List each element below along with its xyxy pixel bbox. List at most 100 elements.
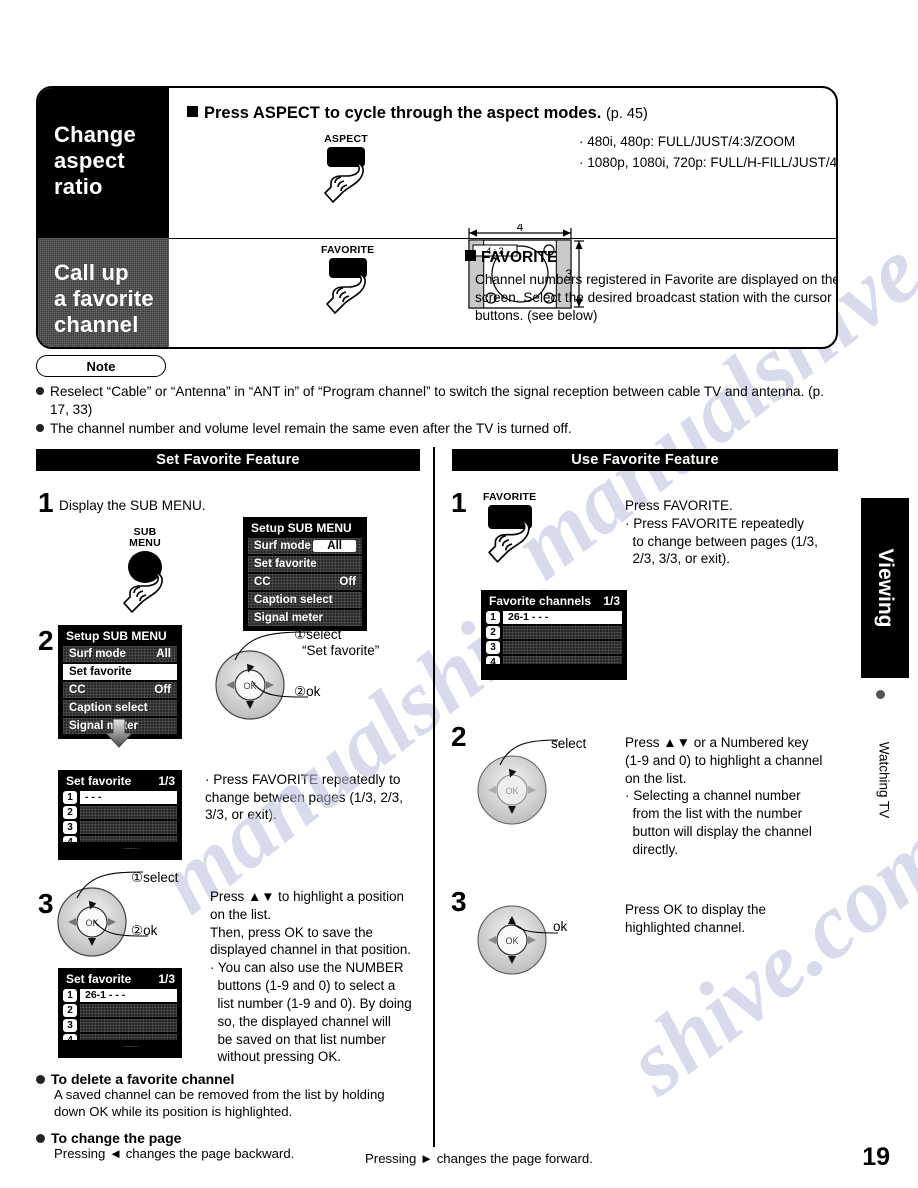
callout-label: select — [143, 870, 179, 885]
osd-row-surf-mode[interactable]: Surf mode All — [248, 538, 362, 554]
callout-label: ok — [143, 923, 158, 938]
list-item-value: 26-1 - - - — [503, 611, 622, 624]
step3-line: Press ▲▼ to highlight a position — [210, 889, 404, 904]
step3-line: buttons (1-9 and 0) to select a — [210, 978, 396, 994]
call-fav-title-l1: Call up — [54, 260, 129, 285]
aspect-section: Change aspect ratio Press ASPECT to cycl… — [38, 88, 836, 309]
delete-note-line: down OK while its position is highlighte… — [54, 1103, 293, 1119]
use-step3-callout-ok: ok — [553, 919, 568, 934]
osd-row-caption-select[interactable]: Caption select — [63, 700, 177, 716]
note-item: The channel number and volume level rema… — [36, 420, 836, 438]
osd-row-surf-mode[interactable]: Surf mode All — [63, 646, 177, 662]
list-item[interactable]: 3 — [486, 641, 622, 654]
favorite-button-illustration: FAVORITE — [321, 244, 374, 314]
list-item-value: 26-1 - - - — [80, 989, 177, 1002]
side-tab-viewing[interactable]: Viewing — [861, 498, 909, 678]
osd-row-label: Surf mode — [69, 648, 126, 660]
step3-line: be saved on that list number — [210, 1031, 386, 1047]
delete-note-body: A saved channel can be removed from the … — [36, 1087, 456, 1121]
list-item-number: 3 — [63, 1019, 77, 1032]
delete-favorite-note: To delete a favorite channel A saved cha… — [36, 1071, 456, 1121]
aspect-mode-list: · 480i, 480p: FULL/JUST/4:3/ZOOM · 1080p… — [579, 132, 836, 174]
osd-row-cc[interactable]: CC Off — [248, 574, 362, 590]
osd-title: Setup SUB MENU — [59, 626, 181, 646]
bullet-dot-icon — [36, 387, 44, 395]
pointing-hand-icon — [120, 571, 170, 613]
ustep3-line: highlighted channel. — [625, 919, 746, 935]
list-item[interactable]: 1 - - - — [63, 791, 177, 804]
call-fav-title-l2: a favorite — [54, 285, 154, 311]
sub-menu-button-label-l2: MENU — [129, 537, 161, 550]
use-fav-step2-text: Press ▲▼ or a Numbered key (1-9 and 0) t… — [625, 734, 840, 859]
note-item-text: Reselect “Cable” or “Antenna” in “ANT in… — [50, 384, 824, 417]
bullet-dot-icon — [36, 1075, 45, 1084]
osd-title-text: Favorite channels — [489, 594, 592, 608]
osd-row-label: Surf mode — [254, 540, 311, 552]
use-favorite-section-bar: Use Favorite Feature — [452, 449, 838, 471]
aspect-heading-text: Press ASPECT to cycle through the aspect… — [204, 104, 602, 122]
svg-text:OK: OK — [505, 786, 518, 796]
osd-row-signal-meter[interactable]: Signal meter — [248, 610, 362, 626]
square-bullet-icon — [187, 106, 198, 117]
note-item-text: The channel number and volume level rema… — [50, 421, 572, 437]
sub-menu-button-illustration: SUB MENU — [120, 526, 170, 613]
osd-row-label: Set favorite — [254, 558, 317, 570]
list-item-number: 1 — [486, 611, 500, 624]
callout-label: select — [306, 627, 342, 642]
note-item: Reselect “Cable” or “Antenna” in “ANT in… — [36, 383, 836, 418]
list-item[interactable]: 2 — [63, 1004, 177, 1017]
setup-sub-menu-osd-step1: Setup SUB MENU Surf mode All Set favorit… — [243, 517, 367, 631]
set-favorite-section-bar: Set Favorite Feature — [36, 449, 420, 471]
list-item-value — [80, 806, 177, 819]
use-fav-step3-number: 3 — [451, 886, 467, 917]
ustep1-line: Press FAVORITE. — [625, 498, 733, 513]
osd-page-indicator: 1/3 — [158, 774, 175, 788]
call-favorite-section-body: FAVORITE FAVORITE Channel numbers regist… — [169, 238, 836, 347]
osd-row-value: All — [313, 540, 356, 552]
osd-row-label: CC — [69, 684, 86, 696]
aspect-title-l1: Change — [54, 122, 136, 147]
osd-row-cc[interactable]: CC Off — [63, 682, 177, 698]
cursor-pad-use-step3: OK — [472, 900, 552, 985]
osd-title-text: Setup SUB MENU — [66, 629, 167, 643]
osd-row-set-favorite[interactable]: Set favorite — [248, 556, 362, 572]
osd-row-set-favorite[interactable]: Set favorite — [63, 664, 177, 680]
callout-number: ② — [131, 923, 144, 938]
column-divider — [433, 447, 435, 1147]
torn-edge-icon — [481, 664, 627, 674]
list-item[interactable]: 2 — [63, 806, 177, 819]
change-page-heading-text: To change the page — [51, 1130, 182, 1146]
osd-page-indicator: 1/3 — [158, 972, 175, 986]
list-item[interactable]: 3 — [63, 1019, 177, 1032]
list-item[interactable]: 2 — [486, 626, 622, 639]
favorite-heading-text: FAVORITE — [481, 249, 558, 266]
osd-row-caption-select[interactable]: Caption select — [248, 592, 362, 608]
step3-line: on the list. — [210, 906, 272, 922]
osd-row-value: All — [156, 648, 171, 660]
list-item-value — [503, 641, 622, 654]
use-favorite-bar-label: Use Favorite Feature — [571, 452, 719, 468]
callout-label: ok — [306, 684, 321, 699]
list-item[interactable]: 1 26-1 - - - — [486, 611, 622, 624]
osd-title: Setup SUB MENU — [244, 518, 366, 538]
set-fav-step3-text: Press ▲▼ to highlight a position on the … — [210, 888, 430, 1066]
callout-number: ② — [294, 684, 307, 699]
use-fav-step3-text: Press OK to display the highlighted chan… — [625, 901, 840, 937]
step3-callout-select: ①select — [131, 870, 178, 886]
list-item[interactable]: 3 — [63, 821, 177, 834]
favorite-button-label: FAVORITE — [483, 491, 537, 503]
osd-title: Set favorite 1/3 — [59, 969, 181, 989]
list-item-value — [80, 821, 177, 834]
ustep2-line: on the list. — [625, 770, 687, 786]
favorite-description: Channel numbers registered in Favorite a… — [475, 272, 836, 323]
osd-row-value: Off — [154, 684, 171, 696]
bullet-dot-icon — [36, 424, 44, 433]
set-favorite-bar-label: Set Favorite Feature — [156, 452, 300, 468]
delete-note-heading-text: To delete a favorite channel — [51, 1071, 235, 1087]
list-item[interactable]: 1 26-1 - - - — [63, 989, 177, 1002]
osd-title-text: Set favorite — [66, 972, 132, 986]
list-item-value — [80, 1004, 177, 1017]
ustep1-line: · Press FAVORITE repeatedly — [625, 515, 805, 531]
osd-row-label: Set favorite — [69, 666, 132, 678]
pointing-hand-icon — [323, 272, 373, 314]
